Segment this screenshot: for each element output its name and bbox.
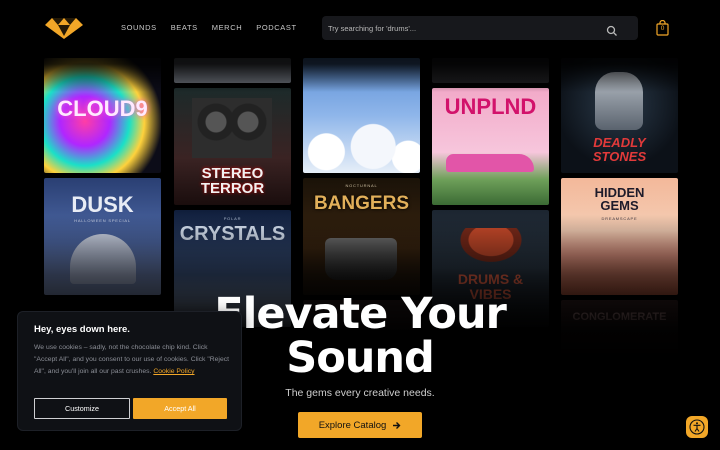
nav-sounds[interactable]: SOUNDS <box>121 23 157 32</box>
clouds-art <box>303 120 420 173</box>
cookie-policy-link[interactable]: Cookie Policy <box>153 368 194 375</box>
album-title: UNPLND <box>444 94 537 119</box>
album-tile-top-4[interactable] <box>432 58 549 83</box>
nav-merch[interactable]: MERCH <box>212 23 243 32</box>
search-icon[interactable] <box>606 22 618 36</box>
nav-beats[interactable]: BEATS <box>171 23 198 32</box>
crown-art <box>325 238 397 280</box>
album-tile-stereo-terror[interactable]: STEREO TERROR <box>174 88 291 205</box>
cart-count: 0 <box>660 25 665 32</box>
album-subtitle: POLAR <box>223 216 242 221</box>
drum-art <box>452 228 530 268</box>
accept-all-button[interactable]: Accept All <box>133 398 227 419</box>
album-subtitle: HALLOWEEN SPECIAL <box>74 218 131 223</box>
ghost-figures-art <box>70 234 136 284</box>
album-tile-unplnd[interactable]: UNPLND <box>432 88 549 205</box>
album-tile-hidden-gems[interactable]: HIDDEN GEMS DREAMSCAPE <box>561 178 678 295</box>
album-tile-sky[interactable] <box>303 58 420 173</box>
album-tile-top-2[interactable] <box>174 58 291 83</box>
main-nav: SOUNDS BEATS MERCH PODCAST <box>121 23 297 32</box>
cookie-body-text: We use cookies – sadly, not the chocolat… <box>34 344 230 375</box>
hero-title-line1: Elevate Your <box>214 289 507 339</box>
album-title: DEADLY STONES <box>592 135 647 164</box>
search-bar <box>322 16 638 40</box>
album-tile-cloud9[interactable]: CLOUD9 <box>44 58 161 173</box>
cookie-title: Hey, eyes down here. <box>34 324 130 335</box>
cookie-banner: Hey, eyes down here. We use cookies – sa… <box>17 311 242 431</box>
diamond-logo-icon[interactable] <box>44 16 84 40</box>
cookie-body: We use cookies – sadly, not the chocolat… <box>34 342 230 378</box>
hand-art <box>595 72 643 130</box>
album-tile-bangers[interactable]: NOCTURNAL BANGERS <box>303 178 420 295</box>
customize-button[interactable]: Customize <box>34 398 130 419</box>
cta-label: Explore Catalog <box>318 419 387 431</box>
hero-title-line2: Sound <box>286 333 435 383</box>
album-title: DUSK <box>71 192 134 217</box>
arrow-right-icon <box>393 421 401 429</box>
album-title: BANGERS <box>313 193 409 214</box>
album-tile-dusk[interactable]: DUSK HALLOWEEN SPECIAL <box>44 178 161 295</box>
site-header: SOUNDS BEATS MERCH PODCAST 0 <box>0 0 720 58</box>
accessibility-icon[interactable] <box>686 416 708 438</box>
nav-podcast[interactable]: PODCAST <box>256 23 296 32</box>
album-subtitle: DREAMSCAPE <box>601 216 638 221</box>
car-art <box>446 154 534 172</box>
speakers-art <box>192 98 272 158</box>
album-title: HIDDEN GEMS <box>594 185 645 213</box>
album-tile-deadly-stones[interactable]: DEADLY STONES <box>561 58 678 173</box>
album-title: CRYSTALS <box>179 223 286 245</box>
album-title: CLOUD9 <box>57 96 148 121</box>
explore-catalog-button[interactable]: Explore Catalog <box>298 412 422 438</box>
album-title: STEREO TERROR <box>200 165 265 197</box>
shopping-bag-icon[interactable]: 0 <box>656 19 669 36</box>
search-input[interactable] <box>328 20 598 36</box>
album-subtitle: NOCTURNAL <box>345 183 378 188</box>
